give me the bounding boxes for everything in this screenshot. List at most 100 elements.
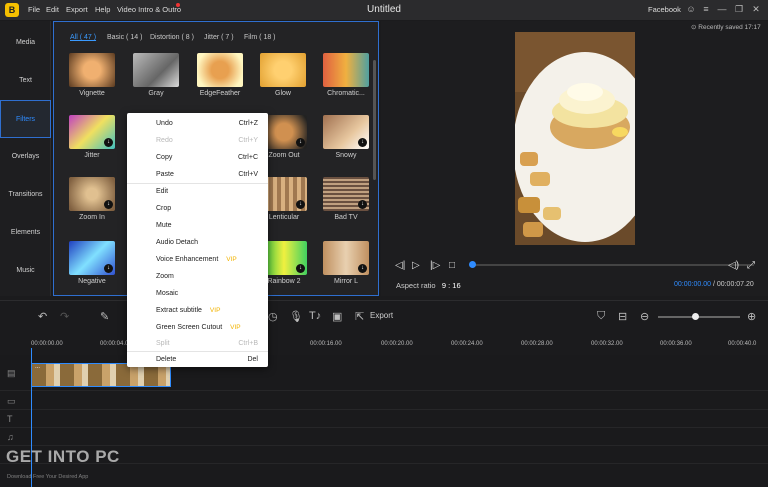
filter-tile-mirror-l[interactable]: ↓ [323,241,369,275]
tab-distortion[interactable]: Distortion ( 8 ) [150,34,194,41]
nav-music[interactable]: Music [0,252,51,290]
food-image [515,32,635,245]
pen-icon[interactable]: ✎ [100,310,109,323]
download-icon[interactable]: ↓ [104,264,113,273]
stop-icon[interactable]: □ [449,260,455,271]
shield-icon[interactable]: ⛉ [597,310,605,323]
filter-tile-edgefeather[interactable] [197,53,243,87]
nav-overlays[interactable]: Overlays [0,138,51,176]
context-menu-copy[interactable]: Copy Ctrl+C [127,149,268,166]
restore-icon[interactable]: ❐ [733,3,745,15]
aspect-ratio-value[interactable]: 9 : 16 [442,281,461,290]
zoom-out-icon[interactable]: ⊖ [640,310,649,323]
filter-tile-jitter[interactable]: ↓ [69,115,115,149]
nav-transitions[interactable]: Transitions [0,176,51,214]
undo-icon[interactable]: ↶ [38,310,47,323]
menu-item-shortcut: Ctrl+Y [238,137,258,144]
ruler-label: 00:00:16.00 [310,341,342,347]
nav-elements[interactable]: Elements [0,214,51,252]
redo-icon[interactable]: ↷ [60,310,69,323]
menu-lines-icon[interactable]: ≡ [700,3,712,15]
filter-tile-gray[interactable] [133,53,179,87]
export-icon[interactable]: ⇱ [355,310,364,323]
account-name[interactable]: Facebook [648,5,681,14]
image-icon[interactable]: ▣ [332,310,342,323]
filter-tile-bad-tv[interactable]: ↓ [323,177,369,211]
nav-media[interactable]: Media [0,24,51,62]
filter-tile-zoom-in[interactable]: ↓ [69,177,115,211]
menu-item-label: Paste [156,171,174,178]
menu-item-label: Zoom [156,273,174,280]
tab-all[interactable]: All ( 47 ) [70,34,96,41]
filter-tile-glow[interactable] [260,53,306,87]
context-menu-delete[interactable]: Delete Del [127,351,268,368]
filter-tile-chromatic[interactable] [323,53,369,87]
context-menu-mosaic[interactable]: Mosaic [127,285,268,302]
download-icon[interactable]: ↓ [296,264,305,273]
context-menu-green-screen-cutout[interactable]: Green Screen Cutout VIP [127,319,268,336]
menu-item-shortcut: Ctrl+B [238,340,258,347]
text-track-icon: T [7,414,13,424]
autosave-text: Recently saved 17:17 [698,24,761,31]
track-text[interactable] [0,410,768,428]
download-icon[interactable]: ↓ [296,200,305,209]
context-menu-mute[interactable]: Mute [127,217,268,234]
context-menu-undo[interactable]: Undo Ctrl+Z [127,115,268,132]
microphone-icon[interactable]: 🎙 [289,310,303,323]
context-menu-zoom[interactable]: Zoom [127,268,268,285]
play-icon[interactable]: ▷ [412,260,420,271]
close-icon[interactable]: ✕ [750,3,762,15]
watermark-subtitle: Download Free Your Desired App [7,474,89,480]
timecode: 00:00:00.00 / 00:00:07.20 [674,281,754,288]
context-menu-redo[interactable]: Redo Ctrl+Y [127,132,268,149]
zoom-in-icon[interactable]: ⊕ [747,310,756,323]
context-menu-paste[interactable]: Paste Ctrl+V [127,166,268,183]
minimize-icon[interactable]: — [716,3,728,15]
download-icon[interactable]: ↓ [358,200,367,209]
context-menu-crop[interactable]: Crop [127,200,268,217]
filter-tile-negative[interactable]: ↓ [69,241,115,275]
download-icon[interactable]: ↓ [104,200,113,209]
download-icon[interactable]: ↓ [104,138,113,147]
overlay-track-icon: ▭ [7,396,16,406]
menu-item-label: Edit [156,188,169,195]
menu-item-label: Copy [156,154,173,161]
track-audio[interactable] [0,428,768,446]
playback-progress-handle[interactable] [469,261,476,268]
context-menu-voice-enhancement[interactable]: Voice Enhancement VIP [127,251,268,268]
next-frame-icon[interactable]: |▷ [430,260,440,271]
zoom-slider-handle[interactable] [691,313,699,320]
context-menu-split[interactable]: Split Ctrl+B [127,335,268,352]
nav-filters[interactable]: Filters [0,100,51,138]
filter-tile-snowy[interactable]: ↓ [323,115,369,149]
tab-jitter[interactable]: Jitter ( 7 ) [204,34,234,41]
nav-text[interactable]: Text [0,62,51,100]
volume-icon[interactable]: ◁) [728,260,739,271]
download-icon[interactable]: ↓ [358,138,367,147]
filter-label: Snowy [335,152,357,159]
playback-progress-track[interactable] [472,264,754,266]
tab-film[interactable]: Film ( 18 ) [244,34,276,41]
user-icon[interactable]: ☺ [685,3,697,15]
download-icon[interactable]: ↓ [358,264,367,273]
fit-icon[interactable]: ⊟ [618,310,627,323]
clock-icon[interactable]: ◷ [268,310,278,323]
filter-label: Gray [148,90,164,97]
export-button[interactable]: Export [370,311,393,320]
filter-tile-vignette[interactable] [69,53,115,87]
track-overlay[interactable] [0,392,768,410]
fullscreen-icon[interactable]: ⤢ [747,260,755,271]
ruler-label: 00:00:36.00 [660,341,692,347]
context-menu-audio-detach[interactable]: Audio Detach [127,234,268,251]
ruler-label: 00:00:40.0 [728,341,757,347]
download-icon[interactable]: ↓ [296,138,305,147]
text-to-speech-icon[interactable]: T♪ [309,310,321,322]
context-menu-edit[interactable]: Edit [127,183,268,200]
current-time: 00:00:00.00 [674,281,711,288]
filter-label: Chromatic... [327,90,365,97]
filter-scrollbar[interactable] [373,60,376,180]
previous-frame-icon[interactable]: ◁| [395,260,405,271]
tab-basic[interactable]: Basic ( 14 ) [107,34,142,41]
zoom-slider[interactable] [658,316,740,318]
context-menu-extract-subtitle[interactable]: Extract subtitle VIP [127,302,268,319]
